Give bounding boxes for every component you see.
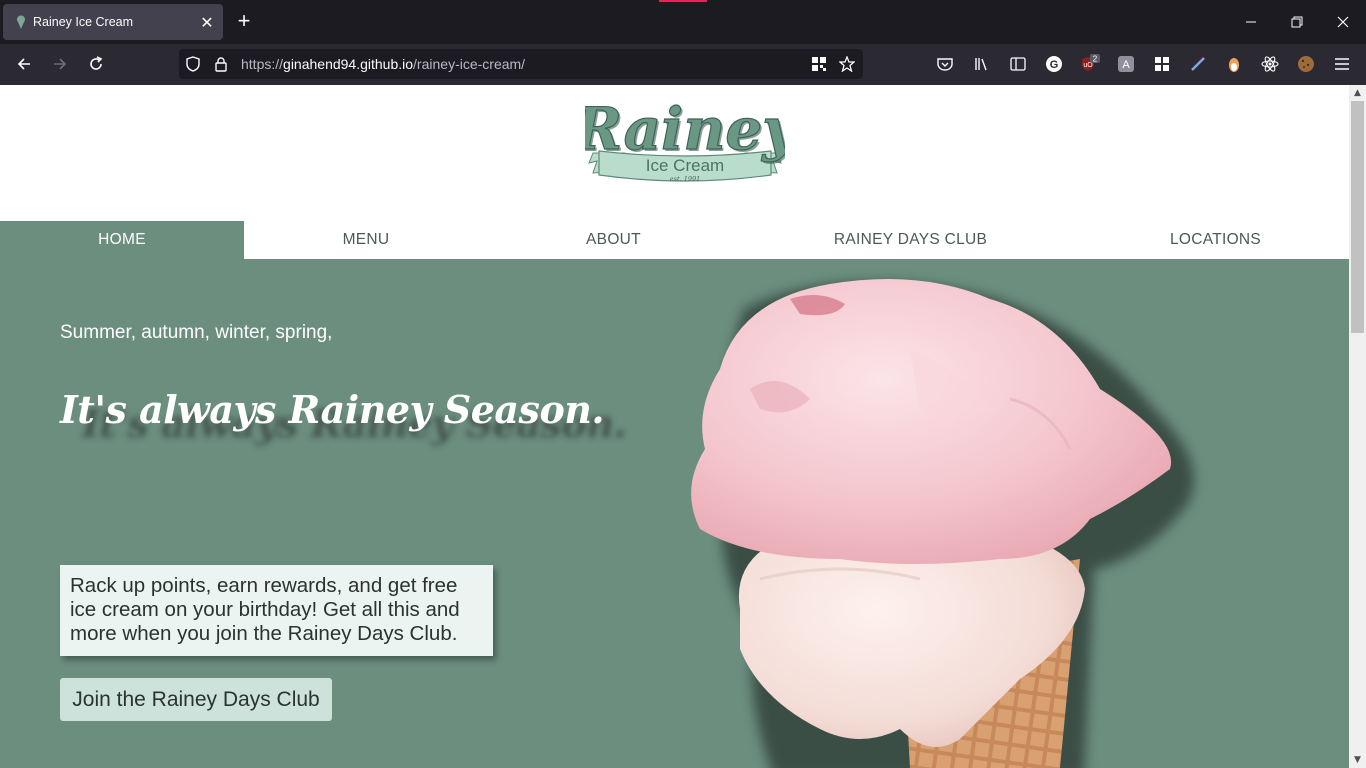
color-picker-icon[interactable] bbox=[1186, 52, 1210, 76]
hero-section: Summer, autumn, winter, spring, It's alw… bbox=[0, 259, 1349, 768]
rainey-logo[interactable]: Rainey Rainey Ice Cream est. 1991 bbox=[571, 91, 802, 191]
title-bar: Rainey Ice Cream ✕ + bbox=[0, 0, 1366, 44]
lock-icon[interactable] bbox=[207, 50, 235, 78]
fox-extension-icon[interactable] bbox=[1222, 52, 1246, 76]
extensions-grid-icon[interactable] bbox=[1150, 52, 1174, 76]
menu-icon[interactable] bbox=[1330, 52, 1354, 76]
nav-home[interactable]: HOME bbox=[0, 221, 244, 259]
web-page: Rainey Rainey Ice Cream est. 1991 HOME M… bbox=[0, 85, 1349, 768]
nav-rainey-days-club[interactable]: RAINEY DAYS CLUB bbox=[739, 221, 1082, 259]
url-path: /rainey-ice-cream/ bbox=[413, 56, 526, 72]
tab-title: Rainey Ice Cream bbox=[33, 15, 134, 29]
url-host: ginahend94.github.io bbox=[283, 56, 414, 72]
svg-text:A: A bbox=[1122, 59, 1130, 71]
hero-tagline: Summer, autumn, winter, spring, bbox=[60, 322, 333, 343]
promo-text-box: Rack up points, earn rewards, and get fr… bbox=[60, 565, 493, 656]
minimize-button[interactable] bbox=[1237, 8, 1265, 36]
scroll-up-icon[interactable]: ▲ bbox=[1349, 85, 1366, 101]
scroll-down-icon[interactable]: ▼ bbox=[1349, 752, 1366, 768]
restore-button[interactable] bbox=[1283, 8, 1311, 36]
logo-name: Rainey bbox=[585, 95, 785, 163]
ice-cream-favicon-icon bbox=[13, 14, 29, 30]
ublock-icon[interactable]: uO 2 bbox=[1078, 52, 1102, 76]
sidebar-icon[interactable] bbox=[1006, 52, 1030, 76]
logo-est: est. 1991 bbox=[670, 175, 700, 183]
accent-line bbox=[659, 0, 707, 2]
scroll-thumb[interactable] bbox=[1351, 101, 1364, 333]
forward-button[interactable] bbox=[46, 50, 74, 78]
grammarly-icon[interactable]: G bbox=[1042, 52, 1066, 76]
reload-button[interactable] bbox=[82, 50, 110, 78]
url-scheme: https:// bbox=[241, 56, 284, 72]
nav-menu[interactable]: MENU bbox=[244, 221, 488, 259]
tab-close-icon[interactable]: ✕ bbox=[195, 10, 219, 34]
library-icon[interactable] bbox=[970, 52, 994, 76]
page-scrollbar[interactable]: ▲ ▼ bbox=[1349, 85, 1366, 768]
pocket-icon[interactable] bbox=[933, 52, 957, 76]
svg-text:uO: uO bbox=[1083, 62, 1093, 69]
url-bar[interactable]: https://ginahend94.github.io/rainey-ice-… bbox=[179, 49, 863, 79]
extension-badge: 2 bbox=[1093, 55, 1098, 64]
back-button[interactable] bbox=[10, 50, 38, 78]
svg-text:G: G bbox=[1050, 59, 1059, 71]
bookmark-star-icon[interactable] bbox=[833, 50, 861, 78]
join-club-button[interactable]: Join the Rainey Days Club bbox=[60, 678, 332, 721]
ice-cream-cone-image bbox=[691, 279, 1194, 768]
url-text[interactable]: https://ginahend94.github.io/rainey-ice-… bbox=[241, 56, 805, 72]
close-window-button[interactable] bbox=[1329, 8, 1357, 36]
shield-icon[interactable] bbox=[179, 50, 207, 78]
nav-toolbar: https://ginahend94.github.io/rainey-ice-… bbox=[0, 44, 1366, 85]
browser-tab[interactable]: Rainey Ice Cream ✕ bbox=[3, 4, 223, 40]
hero-headline: It's always Rainey Season. bbox=[60, 387, 605, 432]
qr-code-icon[interactable] bbox=[805, 50, 833, 78]
react-devtools-icon[interactable] bbox=[1258, 52, 1282, 76]
new-tab-button[interactable]: + bbox=[232, 10, 256, 34]
logo-subtitle: Ice Cream bbox=[646, 156, 724, 175]
cookie-icon[interactable] bbox=[1294, 52, 1318, 76]
nav-about[interactable]: ABOUT bbox=[488, 221, 739, 259]
extension-icon[interactable]: A bbox=[1114, 52, 1138, 76]
site-nav: HOME MENU ABOUT RAINEY DAYS CLUB LOCATIO… bbox=[0, 221, 1349, 259]
nav-locations[interactable]: LOCATIONS bbox=[1082, 221, 1349, 259]
